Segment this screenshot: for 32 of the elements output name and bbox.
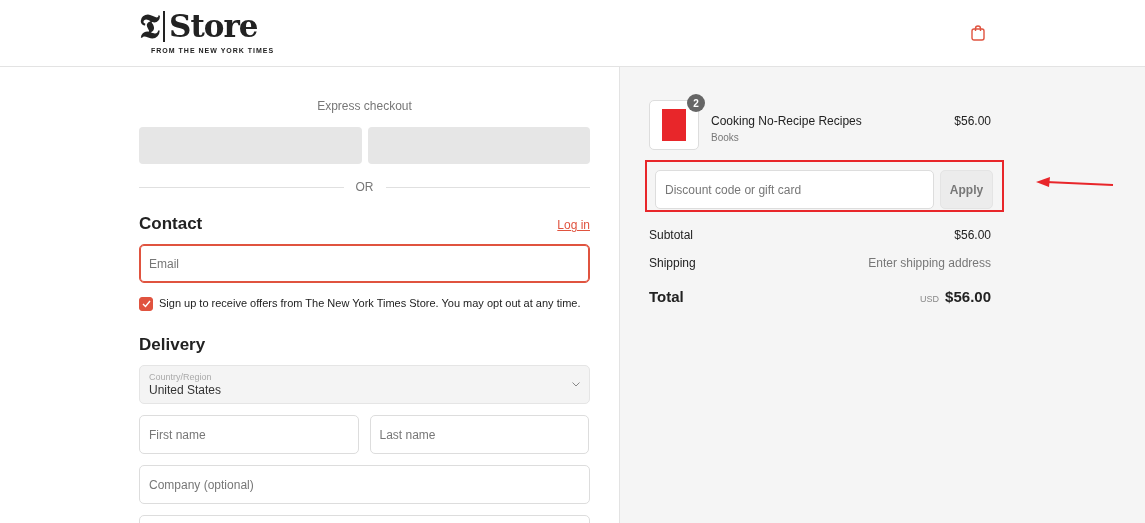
discount-code-field[interactable]: Discount code or gift card <box>655 170 934 209</box>
apply-button[interactable]: Apply <box>940 170 993 209</box>
text-field[interactable]: Company (optional) <box>139 465 590 505</box>
summary-value: $56.00 <box>954 227 991 244</box>
express-checkout-label: Express checkout <box>316 98 413 115</box>
contact-heading: Contact <box>139 214 203 235</box>
newsletter-checkbox[interactable] <box>139 296 153 311</box>
summary-value: Enter shipping address <box>868 255 991 272</box>
chevron-down-icon <box>572 382 580 388</box>
book-cover-icon <box>662 109 686 141</box>
country-select[interactable]: Country/Region United States <box>139 365 590 405</box>
shopping-bag-icon[interactable] <box>971 25 985 41</box>
summary-label: Subtotal <box>649 227 694 244</box>
text-field[interactable]: First name <box>139 415 359 455</box>
express-payment-button[interactable] <box>139 127 362 164</box>
total-amount: $56.00 <box>945 287 991 307</box>
email-field[interactable]: Email <box>139 244 590 284</box>
total-label: Total <box>649 287 684 307</box>
or-divider-label: OR <box>355 179 374 196</box>
logo-mark: 𝕿 <box>139 9 160 44</box>
product-category: Books <box>711 131 740 145</box>
text-field[interactable]: Last name <box>369 415 589 455</box>
summary-label: Shipping <box>649 255 696 272</box>
delivery-heading: Delivery <box>139 334 207 356</box>
quantity-badge: 2 <box>687 94 705 112</box>
newsletter-label: Sign up to receive offers from The New York Times Store. You may opt out at any time. <box>159 296 581 312</box>
log-in-link[interactable]: Log in <box>557 216 590 235</box>
product-name: Cooking No-Recipe Recipes <box>711 113 863 130</box>
product-price: $56.00 <box>954 113 991 130</box>
express-payment-button[interactable] <box>367 127 590 164</box>
currency-code: USD <box>920 293 940 306</box>
logo-wordmark: Store <box>163 10 258 42</box>
